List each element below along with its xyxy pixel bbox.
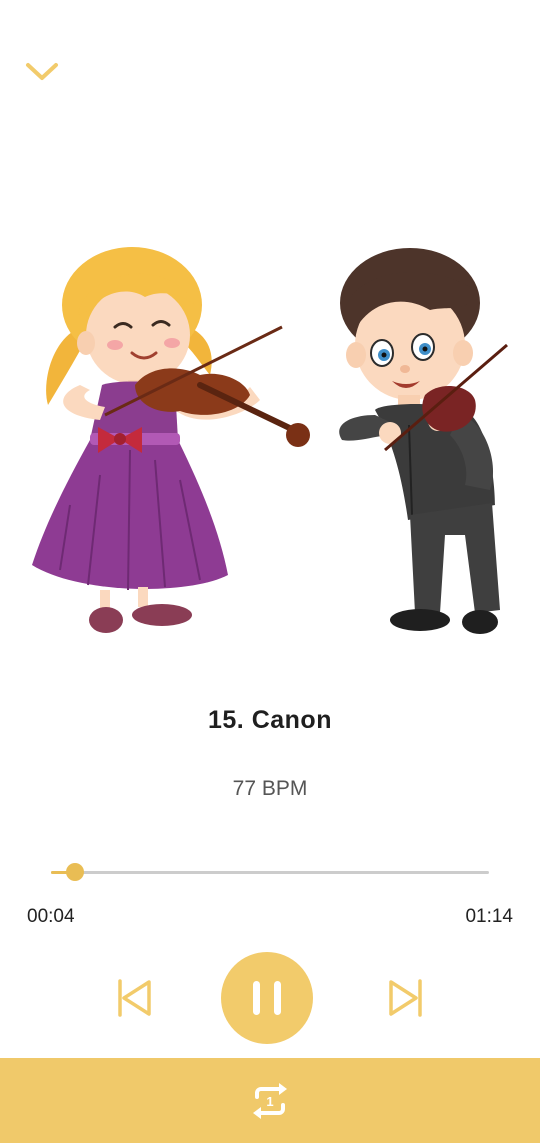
bottom-bar: 1	[0, 1058, 540, 1143]
skip-previous-icon	[118, 979, 151, 1017]
progress-seekbar[interactable]	[51, 862, 489, 882]
elapsed-time: 00:04	[27, 906, 75, 927]
pause-button[interactable]	[221, 952, 313, 1044]
repeat-one-icon: 1	[253, 1082, 287, 1119]
track-title: 15. Canon	[208, 706, 332, 734]
next-button[interactable]	[383, 975, 429, 1021]
total-time: 01:14	[465, 906, 513, 927]
track-artwork	[20, 235, 520, 645]
chevron-down-icon	[26, 63, 58, 80]
collapse-button[interactable]	[22, 56, 62, 86]
skip-next-icon	[389, 979, 422, 1017]
previous-button[interactable]	[111, 975, 157, 1021]
boy-violinist-illustration	[339, 248, 508, 634]
pause-icon	[253, 981, 281, 1015]
seekbar-thumb[interactable]	[65, 863, 84, 881]
girl-violinist-illustration	[32, 247, 310, 633]
seekbar-track	[51, 871, 489, 874]
repeat-badge: 1	[266, 1094, 273, 1109]
track-bpm: 77 BPM	[232, 777, 308, 800]
repeat-one-button[interactable]: 1	[245, 1076, 295, 1126]
